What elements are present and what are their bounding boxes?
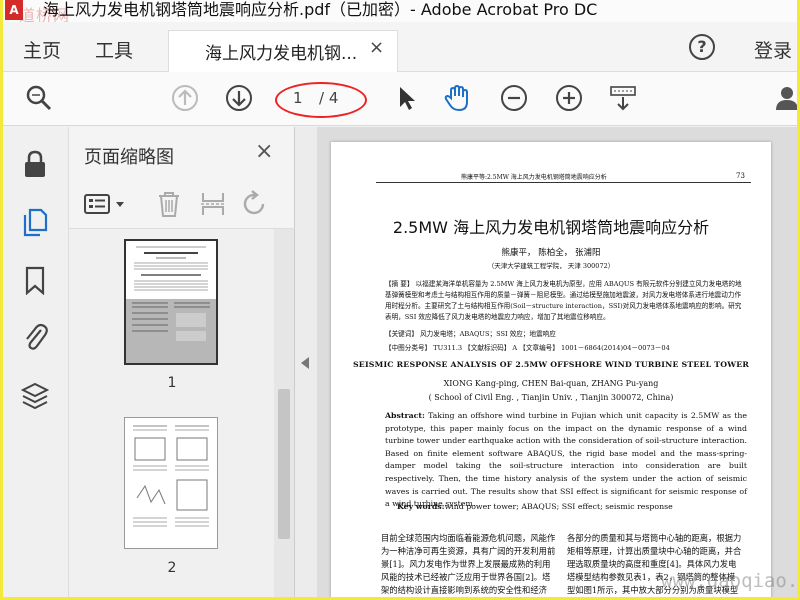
keywords-en: Key words:wind power tower; ABAQUS; SSI …: [397, 502, 747, 511]
panel-toolbar: [69, 179, 295, 229]
running-header: 熊康平等:2.5MW 海上风力发电机钢塔筒地震响应分析: [461, 174, 607, 181]
help-icon[interactable]: ?: [689, 34, 715, 60]
zoom-out-icon[interactable]: [500, 84, 528, 112]
bookmark-icon[interactable]: [21, 265, 49, 295]
abstract-en-text: Taking an offshore wind turbine in Fujia…: [385, 411, 747, 509]
share-user-icon[interactable]: [773, 84, 797, 112]
next-page-icon[interactable]: [225, 84, 253, 112]
layers-icon[interactable]: [21, 381, 49, 411]
close-tab-icon[interactable]: ×: [369, 37, 384, 58]
body-column-left: 目前全球范围内均面临着能源危机问题，风能作为一种洁净可再生资源，具有广阔的开发利…: [381, 533, 556, 595]
collapse-arrow-icon: [301, 357, 309, 369]
panel-collapse-handle[interactable]: [295, 127, 317, 597]
chevron-down-icon[interactable]: [113, 189, 127, 219]
tab-row: 主页 工具 海上风力发电机钢... × ? 登录: [3, 22, 797, 72]
keywords-cn: 【关键词】 风力发电塔；ABAQUS；SSI 效应；地震响应: [385, 330, 556, 338]
delete-page-icon[interactable]: [155, 189, 183, 219]
select-cursor-icon[interactable]: [393, 84, 421, 112]
tab-document[interactable]: 海上风力发电机钢... ×: [168, 30, 398, 72]
zoom-in-icon[interactable]: [555, 84, 583, 112]
header-rule: [376, 182, 751, 183]
thumbnail-options-icon[interactable]: [83, 189, 111, 219]
keywords-en-text: wind power tower; ABAQUS; SSI effect; se…: [444, 502, 673, 511]
extract-page-icon[interactable]: [199, 189, 227, 219]
toolbar: 1 / 4: [3, 72, 797, 126]
thumbnail-2-content: [125, 418, 217, 548]
zoom-search-icon[interactable]: [25, 84, 53, 112]
paper-affiliation: （天津大学建筑工程学院， 天津 300072）: [487, 262, 615, 270]
navigation-rail: [3, 127, 69, 597]
abstract-cn: 【摘 要】 以福建某海洋单机容量为 2.5MW 海上风力发电机为原型，应用 AB…: [385, 280, 742, 321]
page-thumbnails-icon[interactable]: [21, 207, 49, 237]
thumbnail-panel: 页面缩略图 × 1 2: [69, 127, 295, 597]
thumbnail-scrollbar[interactable]: [274, 229, 294, 597]
thumbnail-1-content: [126, 241, 216, 363]
title-bar: A 道桥网 海上风力发电机钢塔筒地震响应分析.pdf（已加密）- Adobe A…: [3, 0, 797, 25]
page-thumbnail-2[interactable]: [124, 417, 218, 549]
paper-authors: 熊康平， 陈柏全， 张浦阳: [501, 248, 601, 258]
classification-line: 【中图分类号】 TU311.3 【文献标识码】 A 【文章编号】 1001－68…: [385, 344, 670, 352]
keywords-en-label: Key words:: [397, 502, 445, 511]
thumbnail-2-label: 2: [167, 560, 177, 576]
panel-title: 页面缩略图: [84, 147, 174, 168]
attachment-icon[interactable]: [21, 321, 49, 351]
lock-icon[interactable]: [21, 149, 49, 179]
scroll-mode-icon[interactable]: [609, 84, 637, 112]
thumbnail-list: 1 2: [69, 229, 274, 597]
paper-title: 2.5MW 海上风力发电机钢塔筒地震响应分析: [392, 218, 710, 237]
login-button[interactable]: 登录: [754, 36, 792, 63]
tab-home[interactable]: 主页: [23, 36, 61, 63]
red-annotation-ellipse: [275, 82, 367, 118]
rotate-page-icon[interactable]: [241, 189, 269, 219]
acrobat-window: A 道桥网 海上风力发电机钢塔筒地震响应分析.pdf（已加密）- Adobe A…: [3, 0, 797, 597]
paper-title-en: SEISMIC RESPONSE ANALYSIS OF 2.5MW OFFSH…: [352, 360, 750, 369]
pdf-page: 熊康平等:2.5MW 海上风力发电机钢塔筒地震响应分析 73 2.5MW 海上风…: [331, 142, 771, 597]
paper-affiliation-en: ( School of Civil Eng. , Tianjin Univ. ,…: [428, 393, 674, 402]
previous-page-icon[interactable]: [171, 84, 199, 112]
hand-tool-icon[interactable]: [443, 84, 471, 112]
window-title: 海上风力发电机钢塔筒地震响应分析.pdf（已加密）- Adobe Acrobat…: [43, 0, 598, 19]
abstract-en-label: Abstract:: [385, 411, 425, 420]
thumbnail-1-label: 1: [167, 375, 177, 391]
abstract-en: Abstract: Taking an offshore wind turbin…: [385, 410, 747, 511]
paper-authors-en: XIONG Kang-ping, CHEN Bai-quan, ZHANG Pu…: [443, 379, 659, 388]
thumbnail-scroll-thumb[interactable]: [278, 389, 290, 539]
tab-tools[interactable]: 工具: [95, 36, 133, 63]
watermark-bottom-right: www.daoqiao.com: [661, 570, 797, 592]
close-panel-icon[interactable]: ×: [255, 139, 273, 164]
page-thumbnail-1[interactable]: [124, 239, 218, 365]
document-view[interactable]: 熊康平等:2.5MW 海上风力发电机钢塔筒地震响应分析 73 2.5MW 海上风…: [317, 127, 797, 597]
tab-document-label: 海上风力发电机钢...: [205, 44, 358, 64]
page-number: 73: [736, 172, 745, 180]
